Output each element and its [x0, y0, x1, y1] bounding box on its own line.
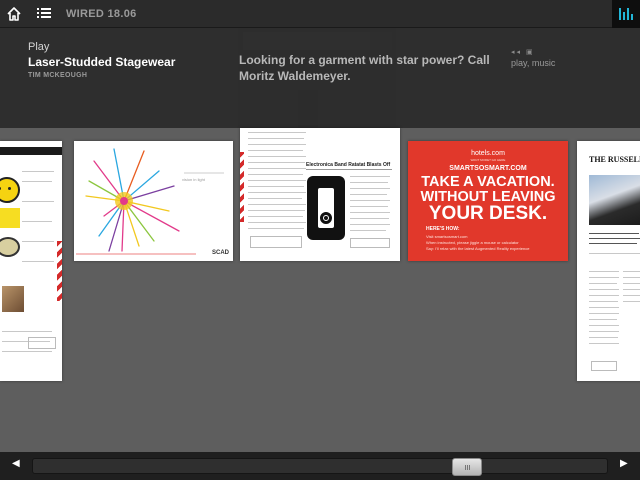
previous-arrow-icon[interactable]: ◀: [12, 458, 20, 469]
portrait-photo: [2, 286, 24, 312]
article-title: Electronica Band Ratatat Blasts Off: [306, 162, 391, 168]
top-toolbar: WIRED 18.06: [0, 0, 640, 28]
artwork-logo: SCAD: [211, 250, 229, 256]
next-arrow-icon[interactable]: ▶: [620, 458, 628, 469]
ad-brand: hotels.com: [471, 150, 505, 157]
home-icon[interactable]: [6, 6, 22, 22]
page-header-title: THE RUSSELL BR: [589, 155, 640, 164]
ad-brand-tagline: WANT MORE? GO HERE: [470, 158, 506, 162]
audio-button[interactable]: [612, 0, 640, 28]
scrubber-thumb[interactable]: [452, 458, 482, 476]
page-thumbnail[interactable]: vision in light SCAD: [74, 141, 233, 261]
ad-url: SMARTSOSMART.COM: [449, 165, 527, 172]
artwork-caption: vision in light: [182, 177, 205, 182]
ad-headline-1: TAKE A VACATION.: [421, 174, 555, 190]
page-thumbnail-current[interactable]: Electronica Band Ratatat Blasts Off: [240, 128, 400, 261]
abstract-artwork: [76, 148, 224, 255]
article-headline[interactable]: Laser-Studded Stagewear: [28, 55, 175, 69]
ad-step: When instructed, please jiggle a mouse o…: [426, 240, 519, 245]
section-kicker: Play: [28, 41, 50, 53]
media-types: play, music: [511, 58, 556, 68]
emoji-graphic: [0, 177, 20, 203]
ad-headline-3: YOUR DESK.: [428, 203, 548, 224]
ad-step: Visit smartsosmart.com: [426, 234, 468, 239]
page-scrubber-bar: ◀ ▶: [0, 452, 640, 480]
article-dek: Looking for a garment with star power? C…: [239, 53, 490, 83]
issue-title: WIRED 18.06: [66, 8, 137, 20]
media-type-icons: ◂◂ ▣: [511, 49, 535, 56]
ad-instructions-title: HERE'S HOW:: [426, 226, 460, 232]
scrubber-track[interactable]: [32, 458, 608, 476]
list-icon[interactable]: [37, 7, 51, 19]
article-info-panel: Play Laser-Studded Stagewear TIM MCKEOUG…: [0, 28, 640, 128]
article-author: TIM MCKEOUGH: [28, 72, 88, 79]
page-thumbnail[interactable]: [0, 141, 62, 381]
advertisement-page[interactable]: hotels.com WANT MORE? GO HERE SMARTSOSMA…: [408, 141, 568, 261]
ad-step: Say: I'll relax with the latest Augmente…: [426, 246, 530, 251]
portrait-photo: [589, 175, 640, 225]
page-thumbnail[interactable]: THE RUSSELL BR: [577, 141, 640, 381]
